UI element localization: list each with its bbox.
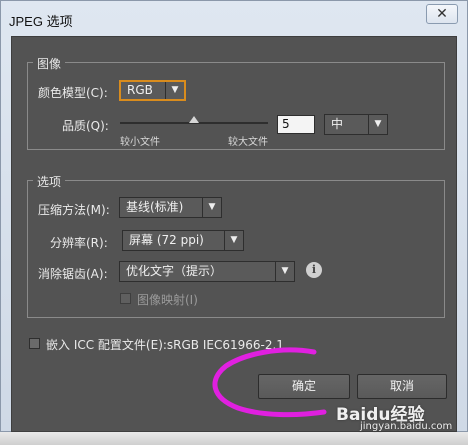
watermark-url: jingyan.baidu.com bbox=[360, 421, 453, 432]
annotation-overlay bbox=[212, 347, 327, 418]
annotation-stroke bbox=[212, 347, 327, 418]
